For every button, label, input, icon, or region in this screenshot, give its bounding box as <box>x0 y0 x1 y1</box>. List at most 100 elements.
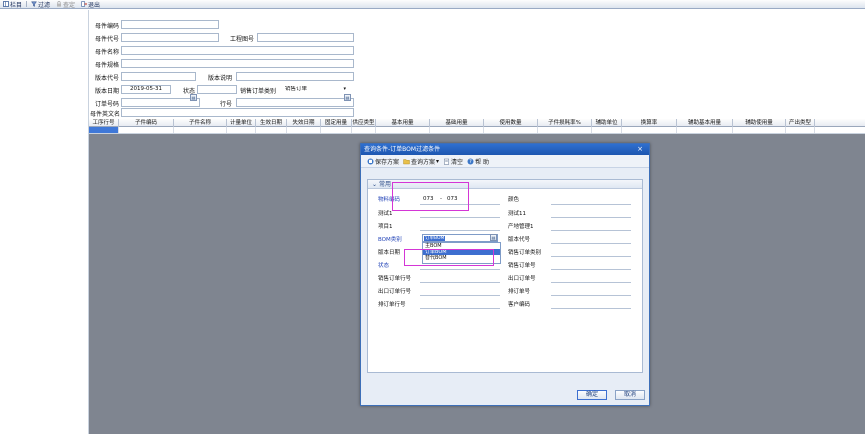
save-scheme-button[interactable]: 保存方案 <box>367 157 399 166</box>
prod-mgmt-label: 产地管理1 <box>508 224 534 230</box>
col-header[interactable]: 产出类型 <box>786 119 815 127</box>
sales-order-type-value: 销售订单 <box>285 86 308 92</box>
col-header[interactable]: 基本用量 <box>376 119 430 127</box>
filter-label: 过滤 <box>38 1 51 9</box>
filter-button[interactable]: 过滤 <box>29 0 52 9</box>
highlight-box <box>392 182 469 211</box>
header-form: 母件编码 母件代号 工程图号 母件名称 母件规格 版本代号 版本说明 版本日期 … <box>89 10 865 120</box>
highlight-box <box>404 249 494 266</box>
table-cell[interactable] <box>321 127 352 133</box>
table-cell[interactable] <box>174 127 227 133</box>
columns-button[interactable]: 栏目 <box>1 0 24 9</box>
table-cell-selected[interactable] <box>89 127 119 133</box>
col-header[interactable]: 辅助基本用量 <box>677 119 733 127</box>
sales-order-type-label: 销售订单类别 <box>240 88 277 95</box>
col-header[interactable]: 固定用量 <box>321 119 352 127</box>
col-header[interactable]: 失效日期 <box>287 119 321 127</box>
sales-order-type-select[interactable]: 销售订单 ▾ <box>282 85 350 94</box>
table-cell[interactable] <box>376 127 430 133</box>
help-button[interactable]: ? 帮 助 <box>467 157 489 166</box>
parent-en-name-input[interactable] <box>121 108 354 117</box>
export-order-no-field[interactable] <box>551 282 631 283</box>
save-icon <box>367 158 374 164</box>
col-header[interactable]: 生效日期 <box>256 119 287 127</box>
version-desc-input[interactable] <box>236 72 354 81</box>
prod-mgmt-field[interactable] <box>551 230 631 231</box>
item1-label: 项目1 <box>378 224 393 230</box>
order-no-lookup-icon[interactable]: ▤ <box>190 94 197 101</box>
version-code-field[interactable] <box>551 243 631 244</box>
parent-spec-label: 母件规格 <box>95 62 120 69</box>
version-code-label: 版本代号 <box>95 75 120 82</box>
columns-label: 栏目 <box>10 1 23 9</box>
table-cell[interactable] <box>592 127 622 133</box>
bom-type-lookup-icon[interactable]: ▤ <box>490 234 497 241</box>
query-scheme-button[interactable]: 查询方案 ▾ <box>403 157 439 166</box>
table-cell[interactable] <box>733 127 786 133</box>
chevron-down-icon: ▾ <box>343 86 346 92</box>
export-order-line-field[interactable] <box>420 295 500 296</box>
customer-code-field[interactable] <box>551 308 631 309</box>
order-no-input[interactable] <box>121 98 200 107</box>
table-cell[interactable] <box>786 127 815 133</box>
table-cell[interactable] <box>119 127 174 133</box>
test11-field[interactable] <box>551 217 631 218</box>
col-header[interactable]: 子件编码 <box>119 119 174 127</box>
main-toolbar: 栏目 过滤 查定 退出 <box>0 0 865 9</box>
mto-no-label: 排订单号 <box>508 289 531 295</box>
version-code-label: 版本代号 <box>508 237 531 243</box>
dialog-titlebar[interactable]: 查询条件-订单BOM过滤条件 × <box>361 144 649 155</box>
col-header[interactable]: 使用数量 <box>484 119 538 127</box>
color-field[interactable] <box>551 204 631 205</box>
table-cell[interactable] <box>622 127 677 133</box>
table-cell[interactable] <box>538 127 592 133</box>
col-header[interactable]: 辅助单位 <box>592 119 622 127</box>
ok-button[interactable]: 确定 <box>577 390 607 400</box>
drawing-no-input[interactable] <box>257 33 354 42</box>
table-cell[interactable] <box>430 127 484 133</box>
table-cell[interactable] <box>256 127 287 133</box>
mto-line-field[interactable] <box>420 308 500 309</box>
version-date-input[interactable]: 2019-05-31 <box>121 85 171 94</box>
item1-field[interactable] <box>420 230 500 231</box>
table-cell[interactable] <box>677 127 733 133</box>
col-header[interactable]: 辅助使用量 <box>733 119 786 127</box>
sales-order-type-field[interactable] <box>551 256 631 257</box>
col-header[interactable]: 换算率 <box>622 119 677 127</box>
status-input[interactable] <box>197 85 237 94</box>
mto-no-field[interactable] <box>551 295 631 296</box>
close-icon[interactable]: × <box>637 144 643 155</box>
clear-label: 清空 <box>451 158 464 166</box>
line-no-input[interactable] <box>236 98 354 107</box>
col-header[interactable]: 基础用量 <box>430 119 484 127</box>
bom-type-combo[interactable]: 订单BOM <box>422 234 498 242</box>
test1-field[interactable] <box>420 217 500 218</box>
col-header[interactable]: 子件损耗率% <box>538 119 592 127</box>
col-header[interactable]: 供应类型 <box>352 119 376 127</box>
col-header[interactable]: 计量单位 <box>227 119 256 127</box>
table-cell[interactable] <box>227 127 256 133</box>
parent-name-label: 母件名称 <box>95 49 120 56</box>
parent-spec-input[interactable] <box>121 59 354 68</box>
sales-order-no-field[interactable] <box>551 269 631 270</box>
status-field[interactable] <box>420 269 500 270</box>
parent-alias-input[interactable] <box>121 33 219 42</box>
col-header[interactable]: 工序行号 <box>89 119 119 127</box>
parent-en-name-label: 母件英文名 <box>90 111 121 118</box>
line-no-lookup-icon[interactable]: ▤ <box>344 94 351 101</box>
filter-panel: ⌄ 常用 物料编码 073 - 073 测试1 项目1 BOM类别 订单BOM … <box>367 179 643 373</box>
filter-icon <box>31 1 38 7</box>
cancel-button[interactable]: 取消 <box>615 390 645 400</box>
exit-button[interactable]: 退出 <box>79 0 102 9</box>
table-cell[interactable] <box>484 127 538 133</box>
sales-order-line-field[interactable] <box>420 282 500 283</box>
table-cell[interactable] <box>287 127 321 133</box>
lock-button[interactable]: 查定 <box>54 0 77 9</box>
clear-button[interactable]: 清空 <box>443 157 463 166</box>
version-code-input[interactable] <box>121 72 196 81</box>
table-row[interactable] <box>89 127 865 134</box>
col-header[interactable]: 子件名称 <box>174 119 227 127</box>
parent-name-input[interactable] <box>121 46 354 55</box>
table-cell[interactable] <box>352 127 376 133</box>
parent-code-input[interactable] <box>121 20 219 29</box>
